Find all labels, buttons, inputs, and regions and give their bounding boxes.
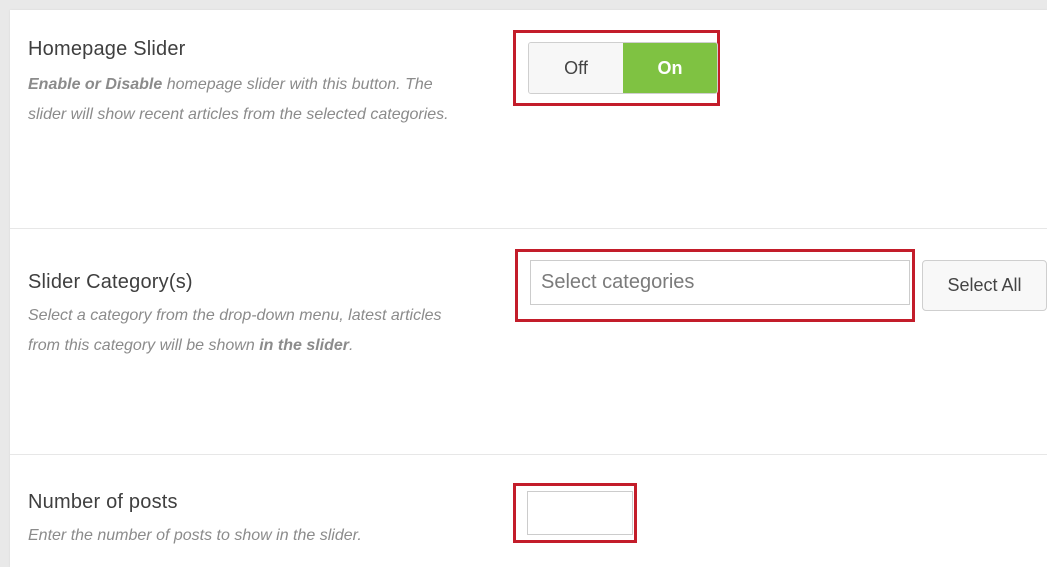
homepage-slider-description-bold: Enable or Disable [28,76,163,93]
toggle-on-option[interactable]: On [623,43,717,93]
slider-category-description-bold: in the slider [259,337,349,354]
select-categories-input[interactable] [530,260,910,305]
slider-category-description-end: . [349,337,354,354]
homepage-slider-toggle[interactable]: Off On [528,42,718,94]
settings-panel: Homepage Slider Enable or Disable homepa… [10,10,1047,567]
number-of-posts-title: Number of posts [28,491,178,513]
homepage-slider-title: Homepage Slider [28,38,186,60]
slider-category-section: Slider Category(s) Select a category fro… [10,229,1047,455]
slider-category-description: Select a category from the drop-down men… [28,301,448,361]
homepage-slider-section: Homepage Slider Enable or Disable homepa… [10,10,1047,229]
select-all-button[interactable]: Select All [922,260,1047,311]
toggle-off-option[interactable]: Off [529,43,623,93]
slider-category-description-text: Select a category from the drop-down men… [28,307,442,354]
number-of-posts-input[interactable] [527,491,633,535]
homepage-slider-description: Enable or Disable homepage slider with t… [28,70,458,130]
number-of-posts-description: Enter the number of posts to show in the… [28,527,362,544]
number-of-posts-section: Number of posts Enter the number of post… [10,455,1047,567]
slider-category-title: Slider Category(s) [28,271,193,293]
